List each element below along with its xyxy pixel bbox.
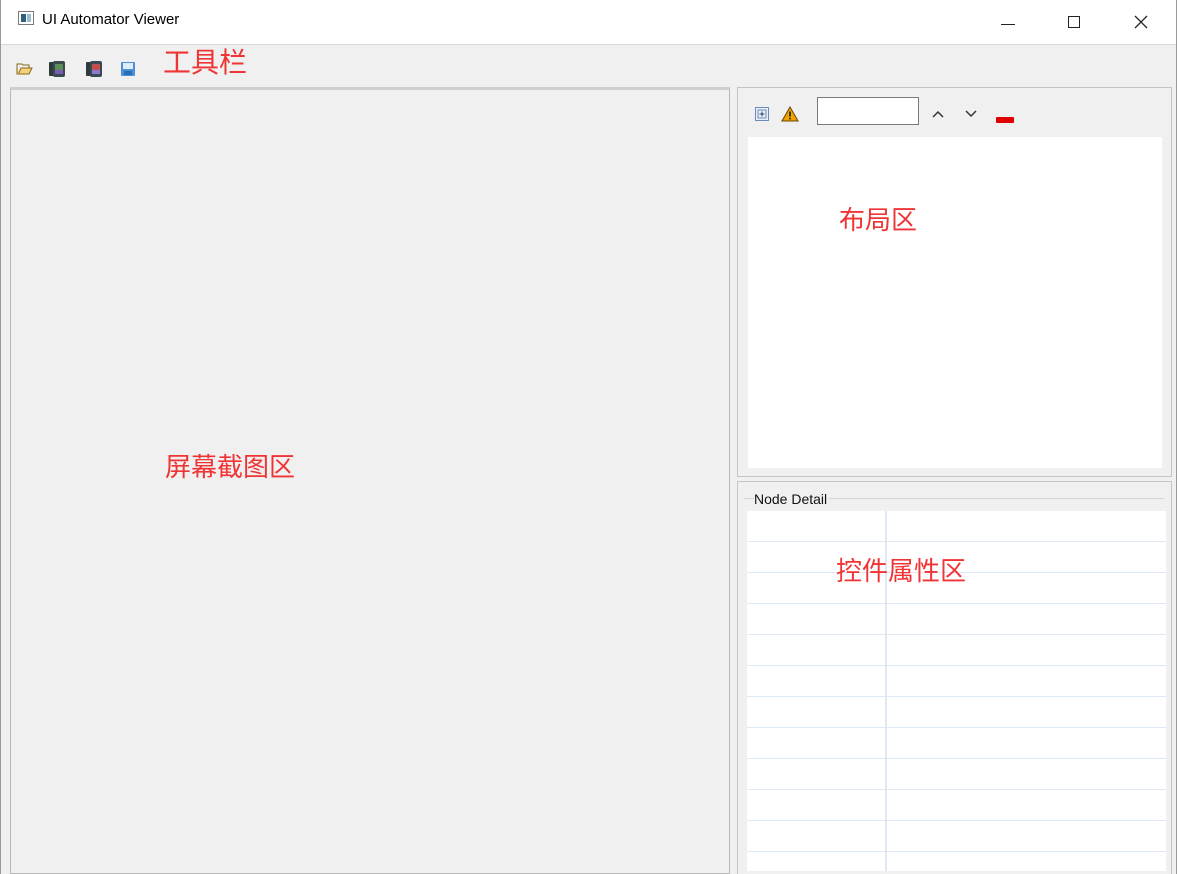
minimize-button[interactable] xyxy=(985,0,1031,44)
maximize-button[interactable] xyxy=(1051,0,1097,44)
layout-annotation: 布局区 xyxy=(839,206,918,236)
table-row[interactable] xyxy=(747,604,1166,635)
layout-tree[interactable] xyxy=(748,137,1162,468)
minimize-icon xyxy=(1001,23,1015,25)
table-row[interactable] xyxy=(747,728,1166,759)
open-folder-icon[interactable] xyxy=(16,60,34,78)
device-screenshot-icon[interactable] xyxy=(48,60,66,78)
close-button[interactable] xyxy=(1118,0,1164,44)
clear-icon[interactable] xyxy=(996,110,1014,128)
maximize-icon xyxy=(1068,16,1080,28)
app-icon xyxy=(18,11,34,25)
window-title: UI Automator Viewer xyxy=(42,11,180,28)
previous-match-icon[interactable] xyxy=(931,107,945,125)
close-icon xyxy=(1134,15,1148,29)
table-row[interactable] xyxy=(747,635,1166,666)
next-match-icon[interactable] xyxy=(964,107,978,125)
warning-icon[interactable] xyxy=(781,105,799,127)
search-input[interactable] xyxy=(817,97,919,125)
screenshot-annotation: 屏幕截图区 xyxy=(165,453,296,483)
table-row[interactable] xyxy=(747,511,1166,542)
table-row[interactable] xyxy=(747,852,1166,871)
layout-panel xyxy=(737,87,1172,477)
toolbar-annotation: 工具栏 xyxy=(163,46,248,79)
node-detail-label: Node Detail xyxy=(754,490,830,508)
device-screenshot-compressed-icon[interactable] xyxy=(85,60,103,78)
node-detail-panel: Node Detail xyxy=(737,481,1172,874)
table-row[interactable] xyxy=(747,821,1166,852)
table-row[interactable] xyxy=(747,759,1166,790)
save-icon[interactable] xyxy=(119,60,137,78)
title-bar: UI Automator Viewer xyxy=(1,0,1176,45)
table-row[interactable] xyxy=(747,697,1166,728)
table-row[interactable] xyxy=(747,790,1166,821)
screenshot-panel[interactable] xyxy=(10,87,730,874)
table-row[interactable] xyxy=(747,666,1166,697)
properties-annotation: 控件属性区 xyxy=(836,557,967,587)
app-window: UI Automator Viewer 工具栏 屏幕截图区 布局区 Node D… xyxy=(0,0,1177,874)
expand-all-icon[interactable] xyxy=(755,107,769,126)
